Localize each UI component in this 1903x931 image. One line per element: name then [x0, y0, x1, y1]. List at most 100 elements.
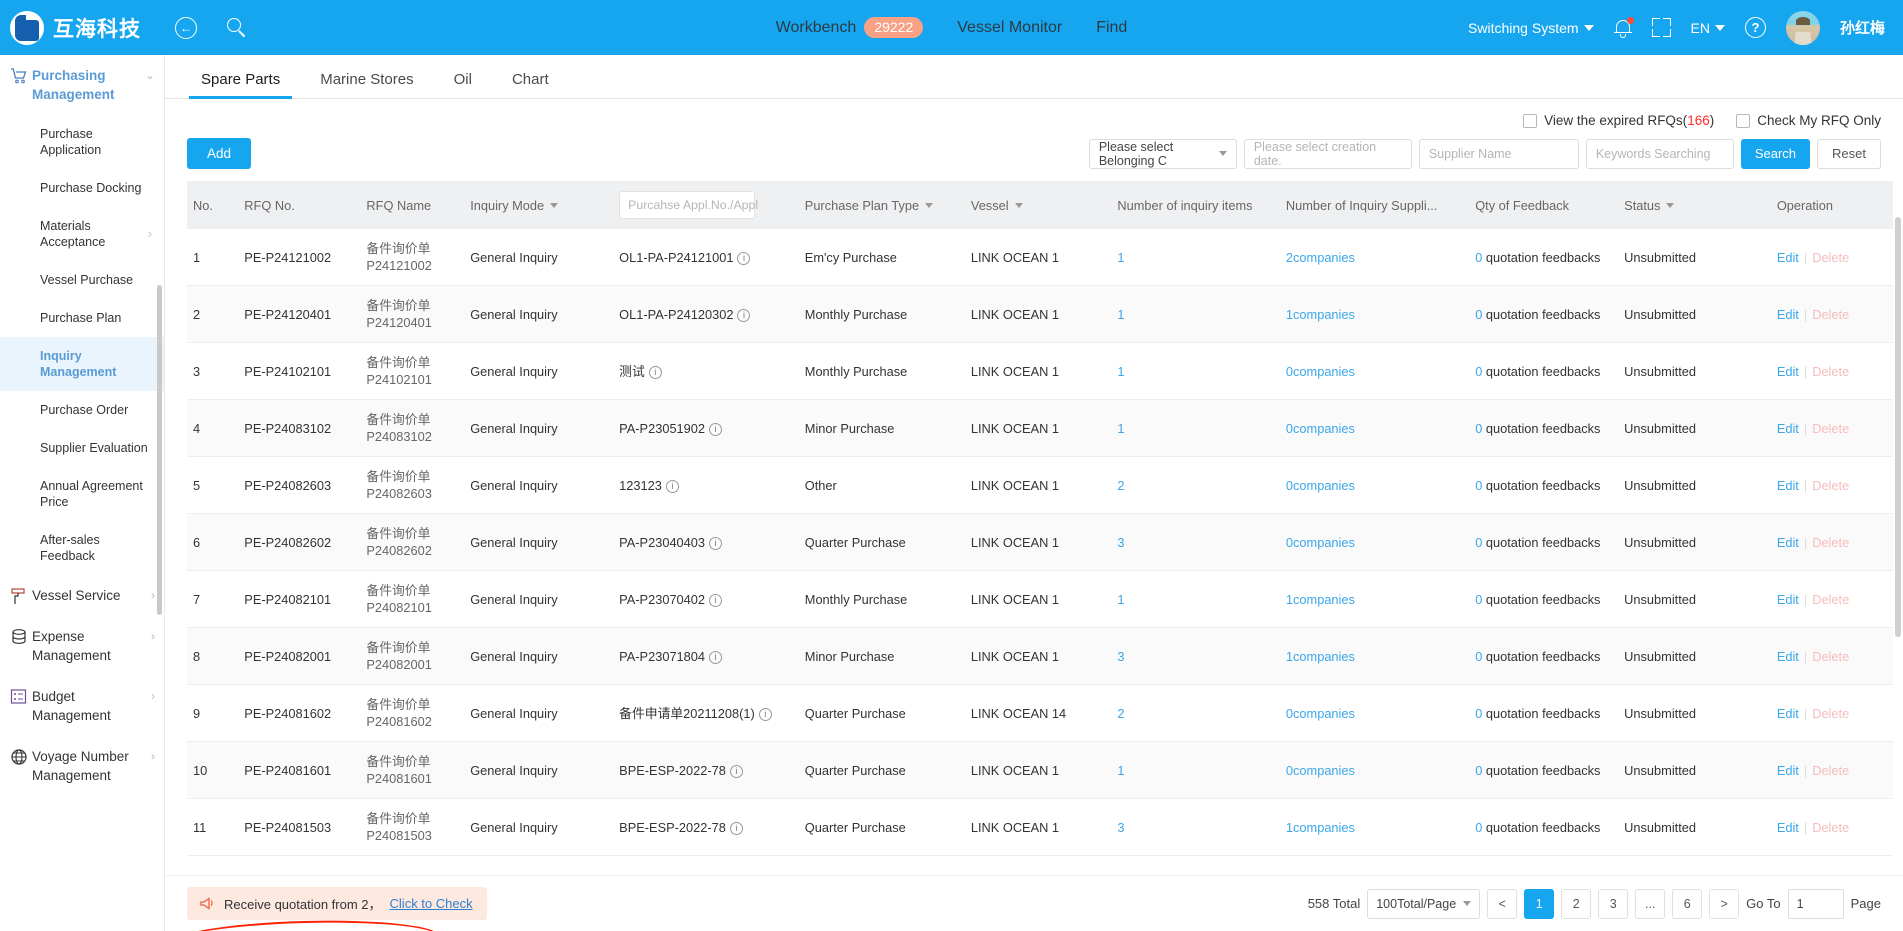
cell-operation[interactable]: Edit | Delete [1770, 570, 1893, 628]
delete-button[interactable]: Delete [1812, 649, 1849, 664]
col-purchase-plan-type[interactable]: Purchase Plan Type [798, 181, 965, 229]
page-ellipsis[interactable]: ... [1635, 888, 1666, 919]
table-row[interactable]: 6 PE-P24082602 备件询价单P24082602 General Inqui… [187, 513, 1893, 571]
delete-button[interactable]: Delete [1812, 706, 1849, 721]
click-to-check-link[interactable]: Click to Check [390, 896, 473, 911]
cell-qty-feedback[interactable]: 0 quotation feedbacks [1469, 684, 1619, 742]
sidebar-item-materials-acceptance[interactable]: Materials Acceptance › [0, 207, 164, 261]
search-icon[interactable] [227, 17, 247, 38]
nav-vessel-monitor[interactable]: Vessel Monitor [957, 19, 1062, 37]
sidebar-item-purchase-application[interactable]: Purchase Application [0, 115, 164, 169]
notification-bell-icon[interactable] [1613, 16, 1634, 38]
table-row[interactable]: 11 PE-P24081503 备件询价单P24081503 General Inqu… [187, 798, 1893, 856]
cell-qty-feedback[interactable]: 0 quotation feedbacks [1469, 285, 1619, 343]
creation-date-input[interactable]: Please select creation date. [1243, 138, 1412, 169]
cell-qty-feedback[interactable]: 0 quotation feedbacks [1469, 399, 1619, 457]
cell-inquiry-suppliers[interactable]: 1companies [1279, 570, 1470, 628]
cell-qty-feedback[interactable]: 0 quotation feedbacks [1469, 741, 1619, 799]
delete-button[interactable]: Delete [1812, 820, 1849, 835]
edit-button[interactable]: Edit [1777, 535, 1799, 550]
keywords-search-input[interactable]: Keywords Searching [1585, 138, 1734, 169]
cell-purchase-appl[interactable]: OL1-PA-P24121001 i [613, 229, 799, 286]
info-icon[interactable]: i [709, 422, 723, 436]
delete-button[interactable]: Delete [1812, 421, 1849, 436]
quotation-notification[interactable]: Receive quotation from 2， Click to Check [187, 887, 487, 920]
cell-operation[interactable]: Edit | Delete [1770, 229, 1893, 286]
info-icon[interactable]: i [709, 650, 723, 664]
sidebar-item-after-sales-feedback[interactable]: After-sales Feedback [0, 521, 164, 575]
fullscreen-icon[interactable] [1651, 18, 1671, 37]
cell-inquiry-suppliers[interactable]: 0companies [1279, 399, 1470, 457]
col-status[interactable]: Status [1618, 181, 1771, 229]
delete-button[interactable]: Delete [1812, 478, 1849, 493]
cell-inquiry-suppliers[interactable]: 0companies [1279, 456, 1470, 514]
checkbox-box[interactable] [1523, 113, 1538, 128]
cell-inquiry-items[interactable]: 3 [1111, 513, 1280, 571]
cell-purchase-appl[interactable]: PA-P23051902 i [613, 399, 799, 457]
delete-button[interactable]: Delete [1812, 250, 1849, 265]
cell-inquiry-suppliers[interactable]: 0companies [1279, 741, 1470, 799]
cell-inquiry-items[interactable]: 1 [1111, 741, 1280, 799]
col-vessel[interactable]: Vessel [964, 181, 1112, 229]
view-expired-rfqs-checkbox[interactable]: View the expired RFQs(166) [1523, 113, 1714, 128]
cell-inquiry-items[interactable]: 1 [1111, 342, 1280, 400]
cell-inquiry-suppliers[interactable]: 0companies [1279, 684, 1470, 742]
sidebar-item-inquiry-management[interactable]: Inquiry Management [0, 337, 164, 391]
cell-purchase-appl[interactable]: OL1-PA-P24120302 i [613, 285, 799, 343]
page-button-3[interactable]: 3 [1598, 888, 1629, 919]
cell-inquiry-suppliers[interactable]: 0companies [1279, 513, 1470, 571]
cell-inquiry-suppliers[interactable]: 2companies [1279, 229, 1470, 286]
cell-purchase-appl[interactable]: PA-P23071804 i [613, 627, 799, 685]
delete-button[interactable]: Delete [1812, 364, 1849, 379]
tab-oil[interactable]: Oil [434, 71, 492, 98]
tab-spare-parts[interactable]: Spare Parts [181, 71, 300, 99]
cell-inquiry-items[interactable]: 1 [1111, 285, 1280, 343]
cell-operation[interactable]: Edit | Delete [1770, 399, 1893, 457]
sidebar-group-voyage-number-management[interactable]: Voyage Number Management › [0, 736, 164, 796]
language-dropdown[interactable]: EN [1691, 20, 1725, 36]
cell-purchase-appl[interactable]: 备件申请单20211208(1) i [613, 684, 799, 742]
edit-button[interactable]: Edit [1777, 649, 1799, 664]
edit-button[interactable]: Edit [1777, 763, 1799, 778]
edit-button[interactable]: Edit [1777, 706, 1799, 721]
reset-button[interactable]: Reset [1817, 138, 1881, 169]
cell-inquiry-items[interactable]: 3 [1111, 798, 1280, 856]
table-row[interactable]: 9 PE-P24081602 备件询价单P24081602 General Inqui… [187, 684, 1893, 742]
nav-find[interactable]: Find [1096, 19, 1127, 37]
col-purchase-appl-filter[interactable]: Purcahse Appl.No./Appl [613, 181, 799, 229]
next-page-button[interactable]: > [1709, 888, 1740, 919]
table-row[interactable]: 10 PE-P24081601 备件询价单P24081601 General Inqu… [187, 741, 1893, 799]
info-icon[interactable]: i [709, 536, 723, 550]
cell-purchase-appl[interactable]: PA-P23070402 i [613, 570, 799, 628]
table-row[interactable]: 7 PE-P24082101 备件询价单P24082101 General Inqui… [187, 570, 1893, 628]
delete-button[interactable]: Delete [1812, 535, 1849, 550]
sidebar-item-purchase-order[interactable]: Purchase Order [0, 391, 164, 429]
cell-qty-feedback[interactable]: 0 quotation feedbacks [1469, 798, 1619, 856]
info-icon[interactable]: i [758, 707, 772, 721]
cell-inquiry-suppliers[interactable]: 1companies [1279, 798, 1470, 856]
table-row[interactable]: 1 PE-P24121002 备件询价单P24121002 General Inqui… [187, 229, 1893, 286]
add-button[interactable]: Add [187, 138, 252, 169]
nav-workbench[interactable]: Workbench 29222 [776, 17, 924, 38]
cell-operation[interactable]: Edit | Delete [1770, 342, 1893, 400]
cell-qty-feedback[interactable]: 0 quotation feedbacks [1469, 513, 1619, 571]
col-inquiry-mode[interactable]: Inquiry Mode [464, 181, 614, 229]
cell-operation[interactable]: Edit | Delete [1770, 456, 1893, 514]
page-size-select[interactable]: 100Total/Page [1367, 888, 1481, 919]
info-icon[interactable]: i [729, 821, 743, 835]
cell-inquiry-items[interactable]: 3 [1111, 627, 1280, 685]
table-scrollbar[interactable] [1895, 217, 1901, 637]
cell-inquiry-items[interactable]: 1 [1111, 399, 1280, 457]
info-icon[interactable]: i [709, 593, 723, 607]
sidebar-item-purchase-docking[interactable]: Purchase Docking [0, 169, 164, 207]
cell-operation[interactable]: Edit | Delete [1770, 741, 1893, 799]
cell-operation[interactable]: Edit | Delete [1770, 627, 1893, 685]
cell-operation[interactable]: Edit | Delete [1770, 513, 1893, 571]
cell-qty-feedback[interactable]: 0 quotation feedbacks [1469, 627, 1619, 685]
check-my-rfq-only-checkbox[interactable]: Check My RFQ Only [1736, 113, 1881, 128]
cell-qty-feedback[interactable]: 0 quotation feedbacks [1469, 456, 1619, 514]
table-row[interactable]: 3 PE-P24102101 备件询价单P24102101 General Inqui… [187, 342, 1893, 400]
sidebar-group-purchasing-management[interactable]: Purchasing Management ⌄ [0, 55, 164, 115]
sidebar-item-vessel-purchase[interactable]: Vessel Purchase [0, 261, 164, 299]
cell-inquiry-items[interactable]: 1 [1111, 229, 1280, 286]
